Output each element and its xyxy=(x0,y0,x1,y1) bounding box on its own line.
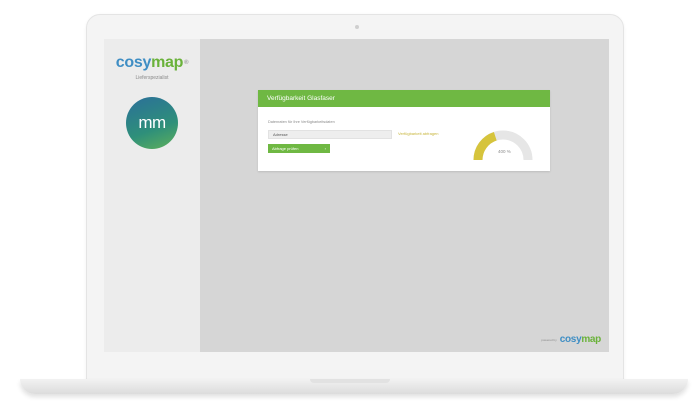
app-screen: cosymap® Lieferspezialist mm Verfügbarke… xyxy=(104,39,609,352)
camera-icon xyxy=(355,25,359,29)
brand-logo-part2: map xyxy=(151,54,184,71)
availability-card: Verfügbarkeit Glasfaser Datenraten für I… xyxy=(258,90,550,171)
avatar-initials: mm xyxy=(138,113,166,132)
footer-logo[interactable]: cosymap xyxy=(559,334,602,345)
gauge-fill xyxy=(473,131,497,161)
avatar: mm xyxy=(126,97,178,149)
footer-logo-part2: map xyxy=(581,334,601,345)
gauge-value: 400 % xyxy=(498,149,511,154)
check-button[interactable]: Abfrage prüfen › xyxy=(268,144,330,153)
sidebar: cosymap® Lieferspezialist mm xyxy=(104,39,200,352)
chevron-right-icon: › xyxy=(324,146,326,151)
powered-by: powered by cosymap xyxy=(541,334,601,345)
card-title: Verfügbarkeit Glasfaser xyxy=(258,90,550,107)
footer-logo-part1: cosy xyxy=(559,334,582,345)
availability-link[interactable]: Verfügbarkeit abfragen xyxy=(398,131,438,136)
powered-by-label: powered by xyxy=(541,337,557,342)
brand-subtitle: Lieferspezialist xyxy=(135,75,169,81)
registered-mark: ® xyxy=(184,60,189,66)
brand-logo[interactable]: cosymap® xyxy=(104,55,200,71)
input-label: Datenraten für Ihre Verfügbarkeitsdaten xyxy=(268,120,335,124)
address-input[interactable]: Adresse xyxy=(268,130,392,139)
laptop-notch xyxy=(310,379,390,383)
availability-gauge xyxy=(473,130,533,161)
check-button-label: Abfrage prüfen xyxy=(272,146,299,151)
brand-logo-part1: cosy xyxy=(115,54,152,71)
